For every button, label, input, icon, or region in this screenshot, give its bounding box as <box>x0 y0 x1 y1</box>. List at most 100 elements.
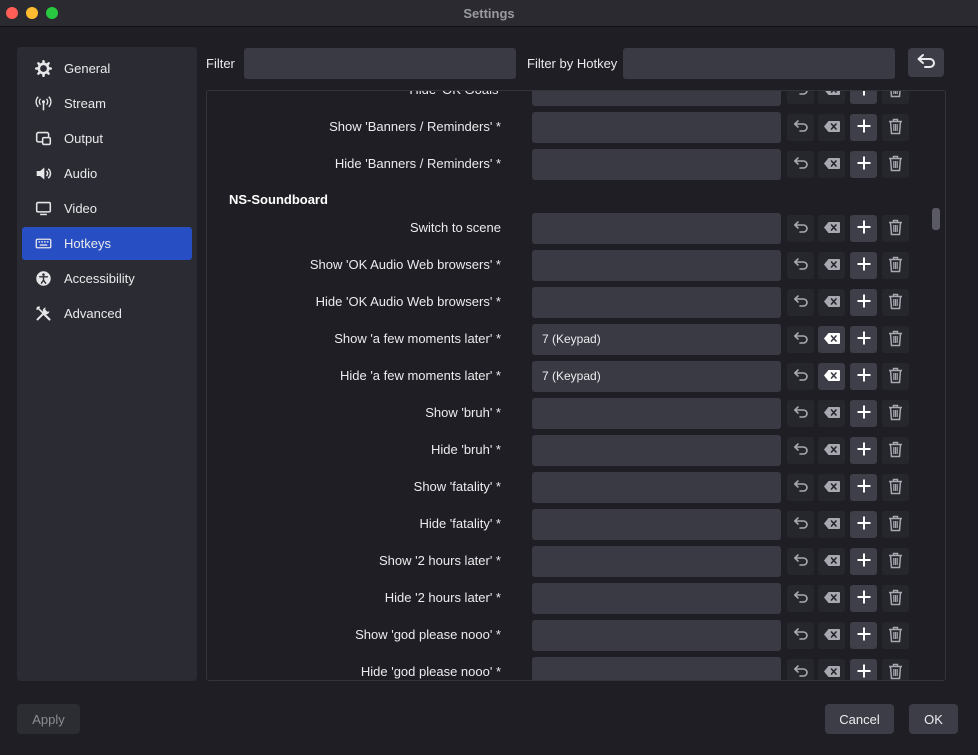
clear-hotkey-button[interactable] <box>818 326 845 353</box>
sidebar-item-hotkeys[interactable]: Hotkeys <box>22 227 192 260</box>
clear-hotkey-button[interactable] <box>818 622 845 649</box>
delete-hotkey-button[interactable] <box>882 585 909 612</box>
add-hotkey-button[interactable] <box>850 252 877 279</box>
delete-hotkey-button[interactable] <box>882 326 909 353</box>
add-hotkey-button[interactable] <box>850 659 877 680</box>
delete-hotkey-button[interactable] <box>882 363 909 390</box>
add-hotkey-button[interactable] <box>850 548 877 575</box>
delete-hotkey-button[interactable] <box>882 548 909 575</box>
clear-hotkey-button[interactable] <box>818 474 845 501</box>
clear-hotkey-button[interactable] <box>818 252 845 279</box>
clear-hotkey-button[interactable] <box>818 289 845 316</box>
sidebar-item-stream[interactable]: Stream <box>22 87 192 120</box>
revert-icon <box>793 405 809 422</box>
add-hotkey-button[interactable] <box>850 363 877 390</box>
delete-hotkey-button[interactable] <box>882 511 909 538</box>
delete-hotkey-button[interactable] <box>882 151 909 178</box>
hotkey-input[interactable] <box>532 472 781 503</box>
hotkey-input[interactable]: 7 (Keypad) <box>532 324 781 355</box>
revert-button[interactable] <box>787 585 814 612</box>
hotkey-input[interactable] <box>532 149 781 180</box>
add-hotkey-button[interactable] <box>850 114 877 141</box>
hotkeys-list[interactable]: Hide 'OK Goals' Show 'Banners / Reminders… <box>206 90 946 681</box>
filter-by-hotkey-input[interactable] <box>623 48 895 79</box>
clear-hotkey-button[interactable] <box>818 215 845 242</box>
hotkey-input[interactable] <box>532 620 781 651</box>
delete-hotkey-button[interactable] <box>882 659 909 680</box>
clear-hotkey-button[interactable] <box>818 511 845 538</box>
hotkey-input[interactable] <box>532 213 781 244</box>
hotkey-input[interactable] <box>532 250 781 281</box>
revert-button[interactable] <box>787 474 814 501</box>
hotkey-input[interactable] <box>532 398 781 429</box>
hotkey-input[interactable] <box>532 509 781 540</box>
filter-input[interactable] <box>244 48 516 79</box>
cancel-button[interactable]: Cancel <box>825 704 894 734</box>
revert-button[interactable] <box>787 326 814 353</box>
revert-button[interactable] <box>787 400 814 427</box>
clear-hotkey-button[interactable] <box>818 91 845 104</box>
add-hotkey-button[interactable] <box>850 437 877 464</box>
clear-hotkey-button[interactable] <box>818 363 845 390</box>
delete-hotkey-button[interactable] <box>882 289 909 316</box>
add-hotkey-button[interactable] <box>850 326 877 353</box>
clear-hotkey-button[interactable] <box>818 114 845 141</box>
sidebar-item-accessibility[interactable]: Accessibility <box>22 262 192 295</box>
add-hotkey-button[interactable] <box>850 585 877 612</box>
add-icon <box>856 155 872 174</box>
add-hotkey-button[interactable] <box>850 622 877 649</box>
hotkey-input[interactable] <box>532 435 781 466</box>
delete-hotkey-button[interactable] <box>882 437 909 464</box>
revert-button[interactable] <box>787 437 814 464</box>
hotkey-input[interactable] <box>532 546 781 577</box>
sidebar-item-general[interactable]: General <box>22 52 192 85</box>
revert-button[interactable] <box>787 363 814 390</box>
revert-button[interactable] <box>787 511 814 538</box>
add-hotkey-button[interactable] <box>850 474 877 501</box>
hotkey-input[interactable] <box>532 657 781 680</box>
delete-hotkey-button[interactable] <box>882 215 909 242</box>
clear-hotkey-button[interactable] <box>818 400 845 427</box>
revert-button[interactable] <box>787 91 814 104</box>
revert-button[interactable] <box>787 151 814 178</box>
sidebar-item-advanced[interactable]: Advanced <box>22 297 192 330</box>
sidebar-item-audio[interactable]: Audio <box>22 157 192 190</box>
revert-button[interactable] <box>787 252 814 279</box>
hotkey-input[interactable] <box>532 287 781 318</box>
ok-button[interactable]: OK <box>909 704 958 734</box>
revert-button[interactable] <box>787 114 814 141</box>
delete-hotkey-button[interactable] <box>882 91 909 104</box>
delete-hotkey-button[interactable] <box>882 400 909 427</box>
hotkey-input[interactable] <box>532 91 781 106</box>
delete-hotkey-button[interactable] <box>882 114 909 141</box>
revert-button[interactable] <box>787 215 814 242</box>
add-hotkey-button[interactable] <box>850 151 877 178</box>
clear-hotkey-button[interactable] <box>818 151 845 178</box>
add-hotkey-button[interactable] <box>850 91 877 104</box>
clear-hotkey-button[interactable] <box>818 585 845 612</box>
add-hotkey-button[interactable] <box>850 400 877 427</box>
scrollbar-thumb[interactable] <box>932 208 940 230</box>
add-hotkey-button[interactable] <box>850 215 877 242</box>
hotkey-input[interactable]: 7 (Keypad) <box>532 361 781 392</box>
add-hotkey-button[interactable] <box>850 289 877 316</box>
delete-hotkey-button[interactable] <box>882 622 909 649</box>
hotkey-input[interactable] <box>532 583 781 614</box>
sidebar-item-video[interactable]: Video <box>22 192 192 225</box>
revert-button[interactable] <box>787 622 814 649</box>
clear-hotkey-button[interactable] <box>818 659 845 680</box>
delete-hotkey-button[interactable] <box>882 474 909 501</box>
hotkey-row: Hide 'god please nooo' * <box>207 654 927 680</box>
clear-hotkey-button[interactable] <box>818 548 845 575</box>
trash-icon <box>888 478 903 498</box>
revert-button[interactable] <box>787 659 814 680</box>
add-hotkey-button[interactable] <box>850 511 877 538</box>
revert-button[interactable] <box>787 548 814 575</box>
clear-hotkey-button[interactable] <box>818 437 845 464</box>
delete-hotkey-button[interactable] <box>882 252 909 279</box>
revert-button[interactable] <box>787 289 814 316</box>
clear-filter-button[interactable] <box>908 48 944 77</box>
apply-button[interactable]: Apply <box>17 704 80 734</box>
sidebar-item-output[interactable]: Output <box>22 122 192 155</box>
hotkey-input[interactable] <box>532 112 781 143</box>
